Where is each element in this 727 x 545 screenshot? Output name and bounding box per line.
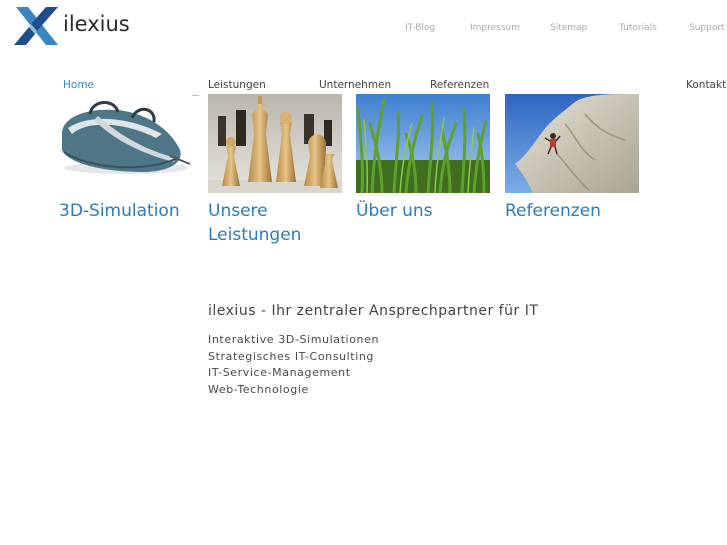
teaser-title-ueber-uns[interactable]: Über uns [356,199,486,223]
main-nav-kontakt[interactable]: Kontakt [686,79,726,91]
teaser-title-3d-simulation[interactable]: 3D-Simulation [59,199,199,223]
logo-text: ilexius [63,12,130,36]
chess-pieces-image [208,94,342,193]
service-item-it-consulting: Strategisches IT-Consulting [208,349,375,363]
page: ilexius IT-Blog Impressum Sitemap Tutori… [0,0,727,545]
teaser-image-ueber-uns[interactable] [356,94,490,193]
logo-link[interactable]: ilexius [14,7,130,45]
service-item-web-technologie: Web-Technologie [208,382,309,396]
main-nav-referenzen[interactable]: Referenzen [430,79,489,91]
teaser-image-3d-simulation[interactable] [58,94,192,193]
grass-blades-image [356,94,490,193]
service-item-it-service-management: IT-Service-Management [208,366,351,379]
ilexius-logo-icon [14,7,58,45]
teaser-title-referenzen[interactable]: Referenzen [505,199,635,223]
main-nav-leistungen[interactable]: Leistungen [208,79,266,91]
3d-bag-model-image [58,94,192,193]
services-list: Interaktive 3D-Simulationen Strategische… [208,332,379,398]
main-nav-unternehmen[interactable]: Unternehmen [319,79,391,91]
teaser-image-referenzen[interactable] [505,94,639,193]
main-nav-home[interactable]: Home [63,79,94,91]
page-headline: ilexius - Ihr zentraler Ansprechpartner … [208,303,539,319]
util-nav-sitemap[interactable]: Sitemap [550,23,587,33]
util-nav-it-blog[interactable]: IT-Blog [405,23,435,33]
util-nav-tutorials[interactable]: Tutorials [619,23,657,33]
teaser-image-leistungen[interactable] [208,94,342,193]
teaser-title-leistungen[interactable]: Unsere Leistungen [208,199,308,247]
util-nav-impressum[interactable]: Impressum [470,23,520,33]
rock-climber-image [505,94,639,193]
util-nav-support[interactable]: Support [689,23,725,33]
service-item-3d-simulation: Interaktive 3D-Simulationen [208,333,380,346]
